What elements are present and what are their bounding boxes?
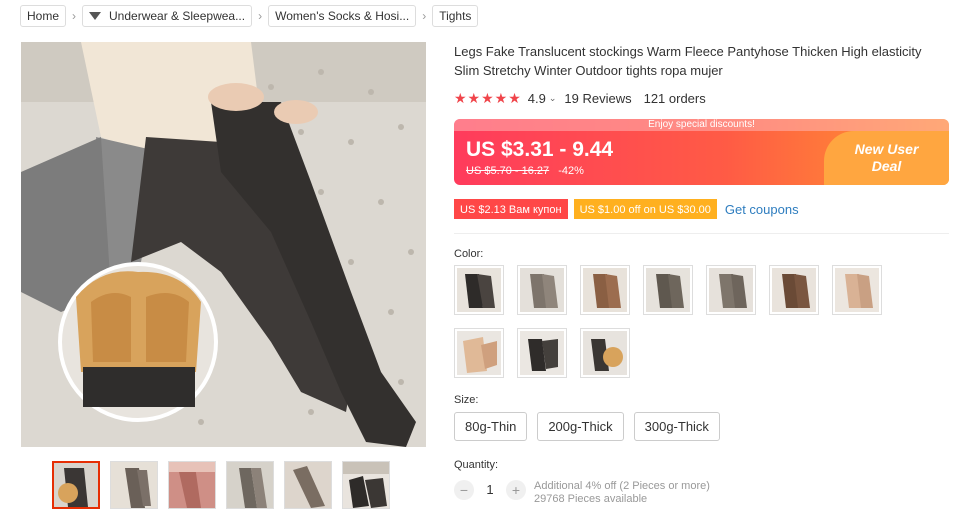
breadcrumb-socks[interactable]: Women's Socks & Hosi... bbox=[268, 5, 417, 27]
color-swatches bbox=[454, 265, 894, 378]
product-info: Legs Fake Translucent stockings Warm Fle… bbox=[454, 42, 954, 506]
color-swatch-9[interactable] bbox=[517, 328, 567, 378]
swatch-image bbox=[463, 337, 497, 373]
discount-banner-text: Enjoy special discounts! bbox=[454, 119, 949, 131]
divider bbox=[454, 233, 949, 234]
main-product-image[interactable] bbox=[21, 42, 426, 447]
rating-row: ★★★★★ 4.9 ⌄ 19 Reviews 121 orders bbox=[454, 89, 954, 107]
thumbnail-strip bbox=[52, 461, 390, 509]
bulk-discount-text: Additional 4% off (2 Pieces or more) bbox=[534, 480, 710, 492]
coupon-select[interactable]: US $1.00 off on US $30.00 bbox=[573, 199, 717, 219]
swatch-image bbox=[528, 339, 558, 371]
current-price: US $3.31 - 9.44 bbox=[466, 138, 614, 161]
product-photo bbox=[21, 42, 426, 447]
new-user-deal-line2: Deal bbox=[871, 158, 902, 174]
decrease-quantity-button[interactable]: − bbox=[454, 480, 474, 500]
thumbnail-5[interactable] bbox=[284, 461, 332, 509]
breadcrumb-socks-label: Women's Socks & Hosi... bbox=[275, 9, 410, 23]
swatch-image bbox=[530, 274, 558, 308]
thumbnail-image bbox=[343, 462, 389, 508]
thumbnail-image bbox=[54, 463, 98, 507]
swatch-image bbox=[465, 274, 495, 308]
reviews-link[interactable]: 19 Reviews bbox=[564, 91, 631, 106]
thumbnail-3[interactable] bbox=[168, 461, 216, 509]
coupon-store[interactable]: US $2.13 Вам купон bbox=[454, 199, 568, 219]
swatch-image bbox=[593, 274, 621, 308]
star-rating-icon: ★★★★★ bbox=[454, 89, 522, 106]
thumbnail-4[interactable] bbox=[226, 461, 274, 509]
breadcrumb-underwear[interactable]: Underwear & Sleepwea... bbox=[82, 5, 253, 27]
price-banner: Enjoy special discounts! US $3.31 - 9.44… bbox=[454, 119, 949, 185]
discount-percent: -42% bbox=[558, 165, 584, 177]
filter-icon bbox=[89, 12, 102, 20]
swatch-image bbox=[591, 339, 623, 371]
thumbnail-image bbox=[169, 462, 215, 508]
thumbnail-2[interactable] bbox=[110, 461, 158, 509]
breadcrumb-home[interactable]: Home bbox=[20, 5, 67, 27]
breadcrumb-tights-label: Tights bbox=[439, 9, 472, 23]
size-options: 80g-Thin 200g-Thick 300g-Thick bbox=[454, 412, 954, 441]
stock-available-text: 29768 Pieces available bbox=[534, 493, 648, 505]
chevron-down-icon[interactable]: ⌄ bbox=[549, 93, 557, 104]
quantity-stepper: − 1 + Additional 4% off (2 Pieces or mor… bbox=[454, 480, 954, 506]
swatch-image bbox=[719, 274, 747, 308]
size-option-300g-thick[interactable]: 300g-Thick bbox=[633, 412, 720, 441]
color-swatch-8[interactable] bbox=[454, 328, 504, 378]
breadcrumb-underwear-label: Underwear & Sleepwea... bbox=[109, 9, 246, 23]
get-coupons-link[interactable]: Get coupons bbox=[725, 202, 799, 217]
color-swatch-3[interactable] bbox=[580, 265, 630, 315]
color-swatch-7[interactable] bbox=[832, 265, 882, 315]
thumbnail-image bbox=[285, 462, 331, 508]
product-title: Legs Fake Translucent stockings Warm Fle… bbox=[454, 44, 922, 78]
color-swatch-1[interactable] bbox=[454, 265, 504, 315]
orders-count: 121 orders bbox=[643, 90, 706, 106]
breadcrumb: Home › Underwear & Sleepwea... › Women's… bbox=[20, 5, 479, 27]
size-option-80g-thin[interactable]: 80g-Thin bbox=[454, 412, 528, 441]
color-swatch-2[interactable] bbox=[517, 265, 567, 315]
thumbnail-6[interactable] bbox=[342, 461, 390, 509]
size-option-200g-thick[interactable]: 200g-Thick bbox=[537, 412, 624, 441]
original-price: US $5.70 - 16.27 bbox=[466, 165, 550, 177]
thumbnail-image bbox=[111, 462, 157, 508]
quantity-value[interactable]: 1 bbox=[474, 480, 506, 500]
color-swatch-10[interactable] bbox=[580, 328, 630, 378]
swatch-image bbox=[845, 274, 873, 308]
coupon-row: US $2.13 Вам купон US $1.00 off on US $3… bbox=[454, 199, 954, 219]
thumbnail-1[interactable] bbox=[52, 461, 100, 509]
new-user-deal-badge[interactable]: New User Deal bbox=[824, 131, 949, 185]
rating-value[interactable]: 4.9 bbox=[528, 91, 546, 106]
color-swatch-5[interactable] bbox=[706, 265, 756, 315]
swatch-image bbox=[782, 274, 810, 308]
breadcrumb-home-label: Home bbox=[27, 9, 60, 23]
chevron-right-icon: › bbox=[422, 9, 427, 23]
quantity-info: Additional 4% off (2 Pieces or more) 297… bbox=[534, 480, 710, 506]
quantity-label: Quantity: bbox=[454, 459, 499, 471]
breadcrumb-tights[interactable]: Tights bbox=[432, 5, 479, 27]
swatch-image bbox=[656, 274, 684, 308]
new-user-deal-line1: New User bbox=[854, 141, 919, 157]
thumbnail-image bbox=[227, 462, 273, 508]
increase-quantity-button[interactable]: + bbox=[506, 480, 526, 500]
color-swatch-4[interactable] bbox=[643, 265, 693, 315]
color-label: Color: bbox=[454, 248, 484, 260]
chevron-right-icon: › bbox=[72, 9, 77, 23]
original-price-row: US $5.70 - 16.27 -42% bbox=[466, 165, 584, 177]
color-swatch-6[interactable] bbox=[769, 265, 819, 315]
chevron-right-icon: › bbox=[258, 9, 263, 23]
size-label: Size: bbox=[454, 394, 479, 406]
